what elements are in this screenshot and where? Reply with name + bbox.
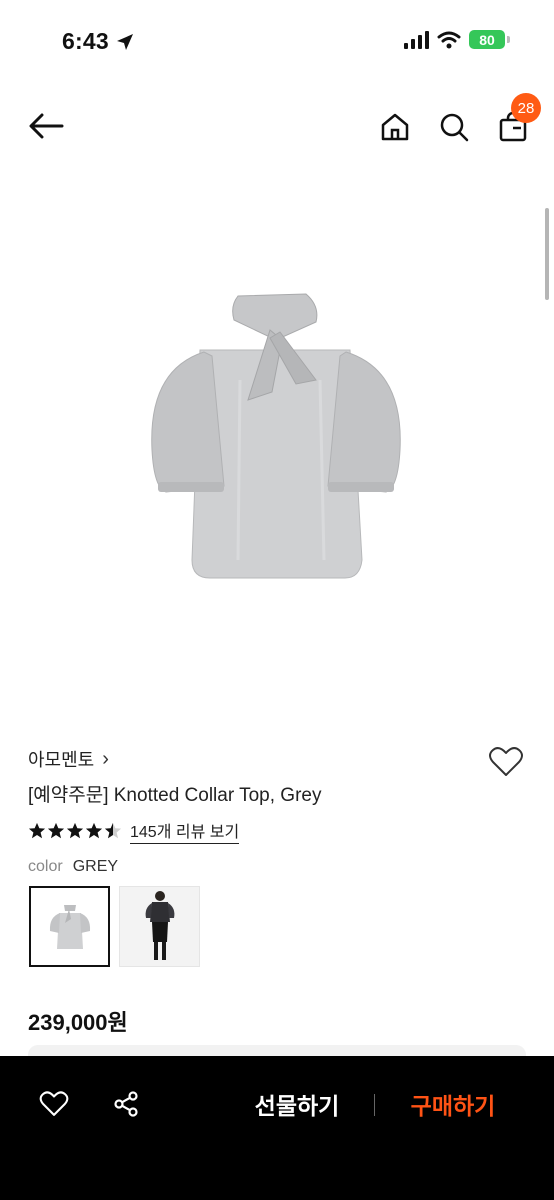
status-time-group: 6:43 — [62, 28, 135, 55]
battery-icon: 80 — [469, 30, 510, 49]
wishlist-button[interactable] — [486, 742, 526, 782]
star-icon — [28, 822, 46, 839]
divider — [374, 1094, 375, 1116]
product-title: [예약주문] Knotted Collar Top, Grey — [28, 785, 322, 806]
back-arrow-icon — [29, 113, 64, 139]
heart-outline-icon — [489, 747, 523, 776]
heart-outline-icon — [39, 1091, 69, 1116]
star-icon — [66, 822, 84, 839]
half-star-icon — [104, 822, 122, 839]
bottom-action-bar: 선물하기 구매하기 — [0, 1056, 554, 1200]
share-icon — [114, 1091, 138, 1117]
location-arrow-icon — [116, 33, 133, 50]
brand-name: 아모멘토 — [28, 750, 95, 770]
buy-button[interactable]: 구매하기 — [396, 1084, 510, 1124]
chevron-right-icon: › — [102, 747, 109, 770]
back-button[interactable] — [26, 106, 66, 146]
status-indicators: 80 — [404, 30, 510, 49]
product-main-image[interactable] — [120, 260, 430, 620]
status-bar: 6:43 80 — [0, 0, 554, 80]
rating-row: 145개 리뷰 보기 — [28, 818, 240, 844]
search-button[interactable] — [433, 106, 475, 148]
star-icon — [47, 822, 65, 839]
search-icon — [440, 113, 469, 142]
signal-icon — [404, 30, 429, 49]
color-value: GREY — [72, 858, 119, 875]
wifi-icon — [437, 31, 461, 48]
status-time: 6:43 — [62, 28, 109, 54]
product-price: 239,000원 — [28, 1010, 128, 1035]
review-link[interactable]: 145개 리뷰 보기 — [130, 818, 240, 844]
gift-button[interactable]: 선물하기 — [240, 1084, 354, 1124]
model-thumbnail[interactable] — [119, 886, 200, 967]
share-button[interactable] — [108, 1086, 144, 1122]
cart-count-badge: 28 — [511, 93, 541, 123]
home-button[interactable] — [374, 106, 416, 148]
home-icon — [381, 113, 409, 141]
star-rating — [28, 822, 122, 840]
star-icon — [85, 822, 103, 839]
color-row: color GREY — [28, 858, 118, 876]
color-thumbnail-selected[interactable] — [29, 886, 110, 967]
bottom-wishlist-button[interactable] — [36, 1086, 72, 1122]
color-label: color — [28, 858, 63, 875]
top-nav — [0, 96, 554, 156]
brand-link[interactable]: 아모멘토 › — [28, 746, 109, 772]
battery-level: 80 — [469, 30, 505, 49]
scrollbar[interactable] — [545, 208, 549, 300]
